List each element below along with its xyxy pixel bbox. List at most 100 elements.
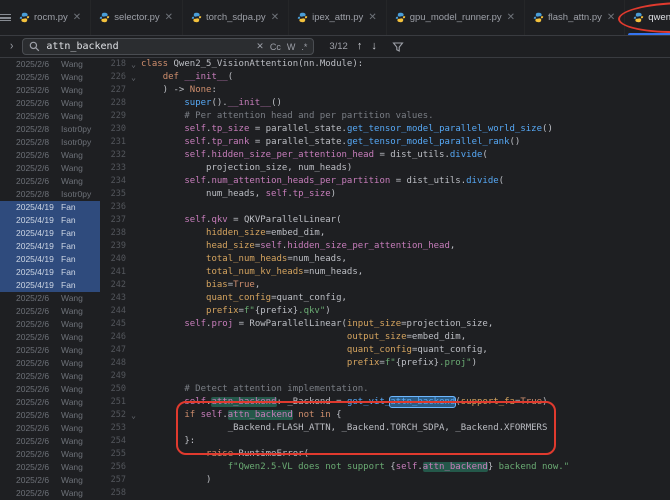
code-line[interactable]: self.proj = RowParallelLinear(input_size… xyxy=(141,318,670,331)
git-blame-annotation[interactable]: 2025/2/6Wang xyxy=(0,344,100,357)
expand-replace-chevron-icon[interactable]: › xyxy=(10,40,13,53)
line-number[interactable]: 228 xyxy=(100,97,126,110)
clear-search-icon[interactable]: ✕ xyxy=(256,41,264,52)
line-number[interactable]: 231 xyxy=(100,136,126,149)
fold-chevron-icon[interactable]: ⌄ xyxy=(126,58,141,71)
code-line[interactable]: self.attn_backend: _Backend = get_vit_at… xyxy=(141,396,670,409)
fold-chevron-icon[interactable]: ⌄ xyxy=(126,71,141,84)
line-number[interactable]: 240 xyxy=(100,253,126,266)
line-number[interactable]: 253 xyxy=(100,422,126,435)
git-blame-annotation[interactable]: 2025/2/6Wang xyxy=(0,162,100,175)
tab-ipex_attn-py[interactable]: ipex_attn.py✕ xyxy=(289,0,387,35)
line-number[interactable]: 232 xyxy=(100,149,126,162)
code-line[interactable]: self.hidden_size_per_attention_head = di… xyxy=(141,149,670,162)
code-line[interactable]: quant_config=quant_config, xyxy=(141,344,670,357)
code-line[interactable]: ) -> None: xyxy=(141,84,670,97)
git-blame-annotation[interactable]: 2025/2/6Wang xyxy=(0,435,100,448)
git-blame-annotation[interactable]: 2025/2/6Wang xyxy=(0,58,100,71)
line-number[interactable]: 258 xyxy=(100,487,126,500)
code-line[interactable]: class Qwen2_5_VisionAttention(nn.Module)… xyxy=(141,58,670,71)
line-number[interactable]: 249 xyxy=(100,370,126,383)
git-blame-annotation[interactable]: 2025/2/6Wang xyxy=(0,422,100,435)
line-number[interactable]: 255 xyxy=(100,448,126,461)
git-blame-annotation[interactable]: 2025/4/19Fan xyxy=(0,253,100,266)
code-line[interactable]: raise RuntimeError( xyxy=(141,448,670,461)
code-editor[interactable]: 2025/2/6Wang218⌄class Qwen2_5_VisionAtte… xyxy=(0,58,670,500)
code-line[interactable] xyxy=(141,370,670,383)
code-line[interactable]: f"Qwen2.5-VL does not support {self.attn… xyxy=(141,461,670,474)
code-line[interactable]: self.tp_rank = parallel_state.get_tensor… xyxy=(141,136,670,149)
filter-icon[interactable] xyxy=(392,41,404,53)
code-line[interactable]: prefix=f"{prefix}.proj") xyxy=(141,357,670,370)
code-line[interactable]: bias=True, xyxy=(141,279,670,292)
code-line[interactable]: head_size=self.hidden_size_per_attention… xyxy=(141,240,670,253)
git-blame-annotation[interactable]: 2025/2/6Wang xyxy=(0,331,100,344)
line-number[interactable]: 248 xyxy=(100,357,126,370)
tab-close-icon[interactable]: ✕ xyxy=(72,12,82,24)
line-number[interactable]: 238 xyxy=(100,227,126,240)
tab-close-icon[interactable]: ✕ xyxy=(367,12,377,24)
git-blame-annotation[interactable]: 2025/4/19Fan xyxy=(0,227,100,240)
code-line[interactable] xyxy=(141,201,670,214)
git-blame-annotation[interactable]: 2025/2/6Wang xyxy=(0,292,100,305)
git-blame-annotation[interactable]: 2025/2/6Wang xyxy=(0,149,100,162)
tab-flash_attn-py[interactable]: flash_attn.py✕ xyxy=(525,0,625,35)
tab-rocm-py[interactable]: rocm.py✕ xyxy=(11,0,91,35)
code-line[interactable]: # Detect attention implementation. xyxy=(141,383,670,396)
code-line[interactable]: def __init__( xyxy=(141,71,670,84)
line-number[interactable]: 239 xyxy=(100,240,126,253)
tab-close-icon[interactable]: ✕ xyxy=(506,12,516,24)
tab-close-icon[interactable]: ✕ xyxy=(606,12,616,24)
line-number[interactable]: 250 xyxy=(100,383,126,396)
git-blame-annotation[interactable]: 2025/2/8Isotr0py xyxy=(0,136,100,149)
code-line[interactable]: self.num_attention_heads_per_partition =… xyxy=(141,175,670,188)
code-line[interactable]: self.qkv = QKVParallelLinear( xyxy=(141,214,670,227)
code-line[interactable]: self.tp_size = parallel_state.get_tensor… xyxy=(141,123,670,136)
code-line[interactable]: total_num_kv_heads=num_heads, xyxy=(141,266,670,279)
search-field[interactable]: ✕ Cc W .* xyxy=(22,38,314,55)
code-line[interactable]: super().__init__() xyxy=(141,97,670,110)
code-line[interactable]: prefix=f"{prefix}.qkv") xyxy=(141,305,670,318)
regex-toggle[interactable]: .* xyxy=(301,42,307,52)
line-number[interactable]: 237 xyxy=(100,214,126,227)
find-input[interactable] xyxy=(46,41,250,52)
main-menu-icon[interactable] xyxy=(0,0,11,35)
code-line[interactable]: if self.attn_backend not in { xyxy=(141,409,670,422)
git-blame-annotation[interactable]: 2025/4/19Fan xyxy=(0,214,100,227)
git-blame-annotation[interactable]: 2025/2/6Wang xyxy=(0,448,100,461)
git-blame-annotation[interactable]: 2025/2/6Wang xyxy=(0,383,100,396)
code-line[interactable]: output_size=embed_dim, xyxy=(141,331,670,344)
line-number[interactable]: 251 xyxy=(100,396,126,409)
line-number[interactable]: 218 xyxy=(100,58,126,71)
git-blame-annotation[interactable]: 2025/2/6Wang xyxy=(0,396,100,409)
git-blame-annotation[interactable]: 2025/4/19Fan xyxy=(0,279,100,292)
git-blame-annotation[interactable]: 2025/2/6Wang xyxy=(0,409,100,422)
line-number[interactable]: 245 xyxy=(100,318,126,331)
tab-close-icon[interactable]: ✕ xyxy=(270,12,280,24)
code-line[interactable]: quant_config=quant_config, xyxy=(141,292,670,305)
line-number[interactable]: 234 xyxy=(100,175,126,188)
code-line[interactable]: _Backend.FLASH_ATTN, _Backend.TORCH_SDPA… xyxy=(141,422,670,435)
line-number[interactable]: 235 xyxy=(100,188,126,201)
git-blame-annotation[interactable]: 2025/2/8Isotr0py xyxy=(0,123,100,136)
line-number[interactable]: 244 xyxy=(100,305,126,318)
code-line[interactable]: num_heads, self.tp_size) xyxy=(141,188,670,201)
line-number[interactable]: 246 xyxy=(100,331,126,344)
code-line[interactable] xyxy=(141,487,670,500)
code-line[interactable]: projection_size, num_heads) xyxy=(141,162,670,175)
code-line[interactable]: total_num_heads=num_heads, xyxy=(141,253,670,266)
line-number[interactable]: 230 xyxy=(100,123,126,136)
line-number[interactable]: 226 xyxy=(100,71,126,84)
fold-chevron-icon[interactable]: ⌄ xyxy=(126,409,141,422)
next-match-icon[interactable]: ↓ xyxy=(371,41,377,52)
git-blame-annotation[interactable]: 2025/4/19Fan xyxy=(0,240,100,253)
line-number[interactable]: 242 xyxy=(100,279,126,292)
git-blame-annotation[interactable]: 2025/2/6Wang xyxy=(0,305,100,318)
line-number[interactable]: 233 xyxy=(100,162,126,175)
tab-qwen2_5_vl-py[interactable]: qwen2_5_vl.py✕ xyxy=(625,0,670,35)
tab-gpu_model_runner-py[interactable]: gpu_model_runner.py✕ xyxy=(387,0,525,35)
line-number[interactable]: 256 xyxy=(100,461,126,474)
git-blame-annotation[interactable]: 2025/2/8Isotr0py xyxy=(0,188,100,201)
code-line[interactable]: hidden_size=embed_dim, xyxy=(141,227,670,240)
whole-words-toggle[interactable]: W xyxy=(287,42,296,52)
